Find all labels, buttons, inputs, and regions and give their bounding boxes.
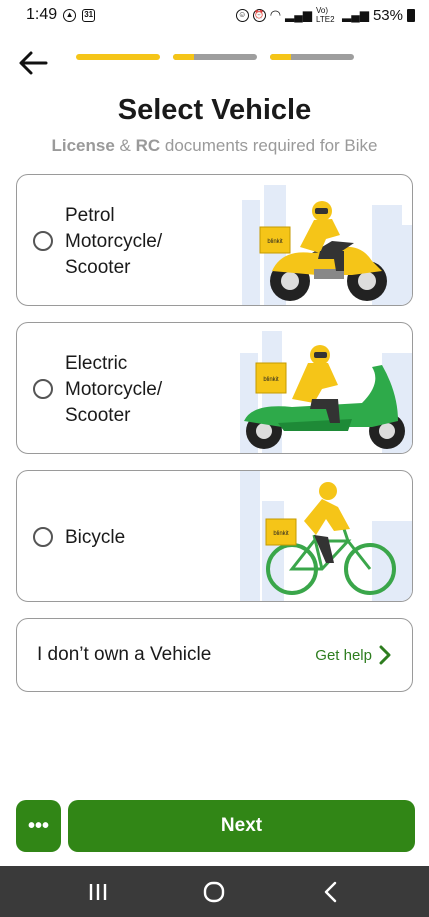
page-subtitle: License & RC documents required for Bike bbox=[0, 136, 429, 156]
get-help-link[interactable]: Get help bbox=[315, 644, 392, 666]
motorcycle-rider-illustration: blinkit bbox=[242, 185, 412, 305]
network-label: Vo) LTE2 bbox=[316, 6, 335, 24]
recent-apps-button[interactable] bbox=[78, 872, 118, 912]
calendar-icon: 31 bbox=[82, 8, 96, 22]
no-vehicle-row[interactable]: I don’t own a Vehicle Get help bbox=[16, 618, 413, 692]
subtitle-and: & bbox=[114, 136, 136, 155]
option-electric-label: Electric Motorcycle/ Scooter bbox=[65, 353, 163, 426]
emoji-icon: ☺ bbox=[235, 8, 249, 22]
option-petrol-label: Petrol Motorcycle/ Scooter bbox=[65, 205, 163, 278]
home-button[interactable] bbox=[194, 872, 234, 912]
radio-electric[interactable] bbox=[33, 379, 53, 399]
progress-step-1 bbox=[76, 54, 160, 60]
scooter-rider-illustration: blinkit bbox=[240, 331, 412, 453]
subtitle-rest: documents required for Bike bbox=[160, 136, 378, 155]
recent-apps-icon bbox=[89, 883, 107, 900]
battery-icon bbox=[407, 8, 415, 22]
radio-bicycle[interactable] bbox=[33, 527, 53, 547]
box-text-3: blinkit bbox=[273, 531, 289, 537]
progress-step-3 bbox=[270, 54, 354, 60]
box-text-2: blinkit bbox=[263, 377, 279, 383]
progress-step-2 bbox=[173, 54, 257, 60]
box-text: blinkit bbox=[267, 239, 283, 245]
status-time: 1:49 bbox=[26, 6, 58, 23]
radio-petrol[interactable] bbox=[33, 231, 53, 251]
option-bicycle-label: Bicycle bbox=[65, 527, 126, 548]
system-nav-bar bbox=[0, 866, 429, 917]
signal-icon-2: ▂▄▆ bbox=[342, 8, 369, 22]
notification-icon: ▲ bbox=[63, 8, 77, 22]
back-arrow-icon bbox=[19, 51, 48, 75]
no-vehicle-label: I don’t own a Vehicle bbox=[37, 644, 212, 665]
wifi-icon: ◠ bbox=[269, 7, 282, 22]
subtitle-license: License bbox=[51, 136, 115, 155]
header bbox=[0, 40, 429, 80]
option-petrol-card[interactable]: Petrol Motorcycle/ Scooter blinkit bbox=[16, 174, 413, 306]
bicycle-rider-illustration: blinkit bbox=[240, 471, 412, 601]
page-title: Select Vehicle bbox=[117, 94, 312, 126]
alarm-icon: ⏰ bbox=[252, 8, 266, 22]
battery-percent: 53% bbox=[372, 6, 403, 24]
status-bar: 1:49 ▲ 31 ☺ ⏰ ◠ ▂▄▆ Vo) LTE2 ▂▄▆ 53% bbox=[0, 0, 429, 30]
option-electric-card[interactable]: Electric Motorcycle/ Scooter blinkit bbox=[16, 322, 413, 454]
get-help-label: Get help bbox=[315, 646, 372, 664]
subtitle-rc: RC bbox=[135, 136, 161, 155]
nav-back-button[interactable] bbox=[311, 872, 351, 912]
next-button[interactable]: Next bbox=[68, 800, 415, 852]
back-button[interactable] bbox=[16, 44, 50, 78]
option-bicycle-card[interactable]: Bicycle blinkit bbox=[16, 470, 413, 602]
home-icon bbox=[204, 881, 225, 902]
signal-icon: ▂▄▆ bbox=[285, 8, 312, 22]
nav-back-icon bbox=[324, 881, 337, 902]
chevron-right-icon bbox=[379, 645, 391, 665]
more-options-button[interactable]: ••• bbox=[16, 800, 61, 852]
